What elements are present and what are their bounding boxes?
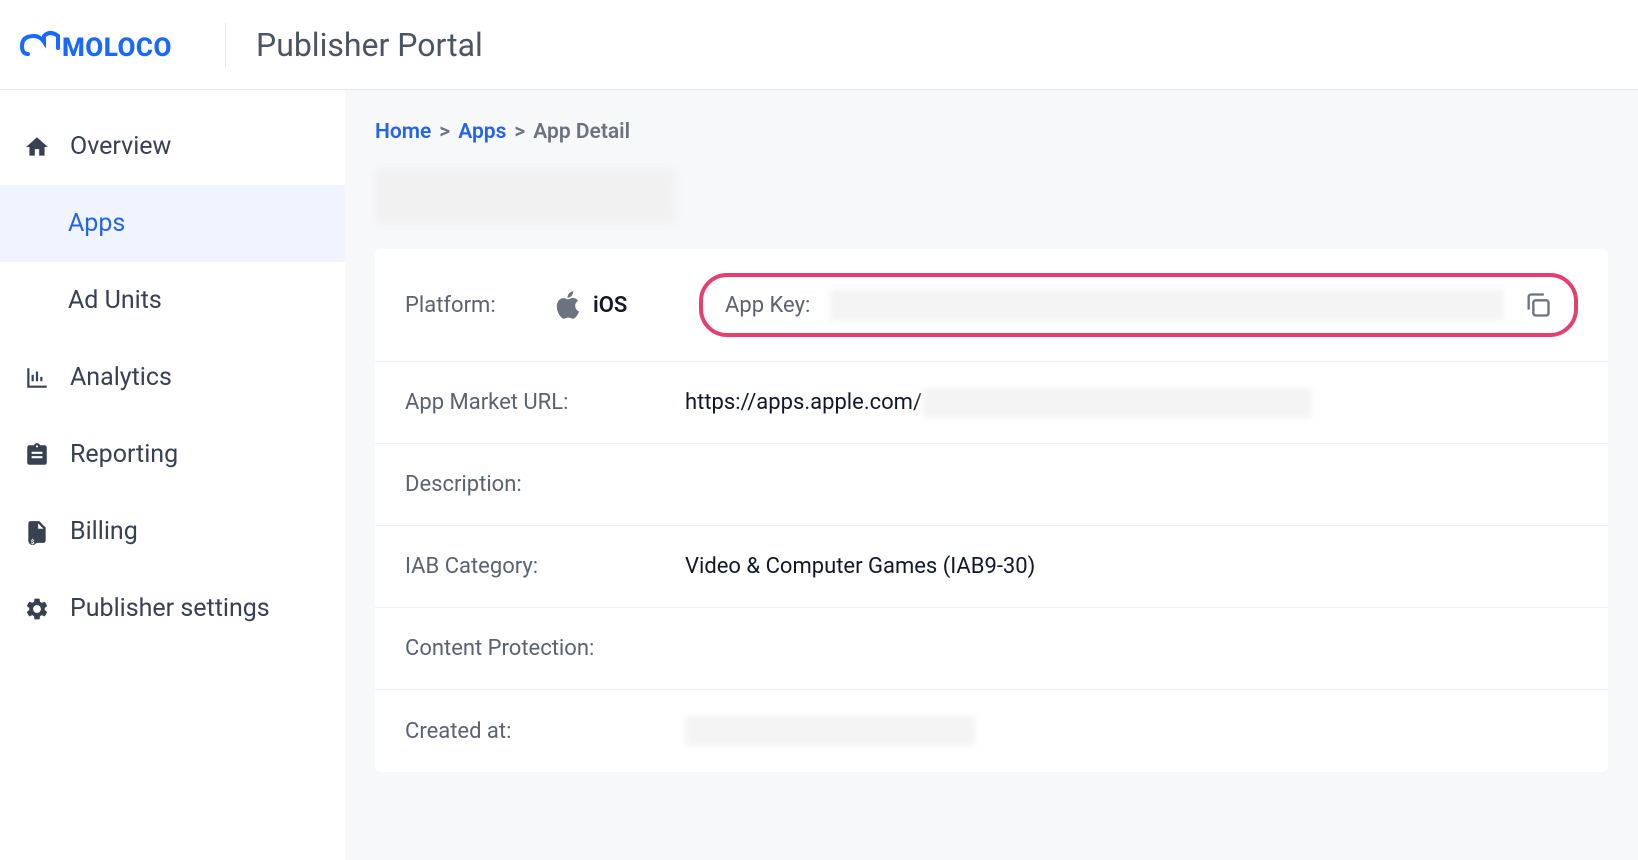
sidebar-item-reporting[interactable]: Reporting: [0, 416, 345, 493]
sidebar-item-label: Overview: [70, 132, 171, 161]
detail-row-iab: IAB Category: Video & Computer Games (IA…: [375, 526, 1608, 608]
svg-text:MOLOCO: MOLOCO: [62, 33, 172, 63]
app-key-label: App Key:: [725, 293, 810, 318]
breadcrumb-separator: >: [439, 120, 450, 144]
sidebar-item-label: Publisher settings: [70, 594, 270, 623]
moloco-logo-icon: MOLOCO: [20, 22, 190, 68]
iab-label: IAB Category:: [405, 554, 685, 579]
sidebar-item-analytics[interactable]: Analytics: [0, 339, 345, 416]
market-url-redacted: [922, 388, 1312, 418]
file-dollar-icon: $: [24, 519, 50, 545]
app-key-value-redacted: [830, 289, 1504, 321]
app-title-redacted: [375, 169, 675, 224]
iab-value: Video & Computer Games (IAB9-30): [685, 554, 1035, 579]
sidebar-item-label: Billing: [70, 517, 138, 546]
apple-icon: [555, 290, 581, 320]
market-url-prefix: https://apps.apple.com/: [685, 390, 922, 415]
svg-text:$: $: [31, 537, 35, 544]
sidebar-item-billing[interactable]: $ Billing: [0, 493, 345, 570]
breadcrumb: Home > Apps > App Detail: [375, 120, 1608, 144]
sidebar-item-apps[interactable]: Apps: [0, 185, 345, 262]
copy-icon[interactable]: [1524, 291, 1552, 319]
chart-icon: [24, 365, 50, 391]
sidebar-item-overview[interactable]: Overview: [0, 108, 345, 185]
market-url-label: App Market URL:: [405, 390, 685, 415]
header-divider: [225, 23, 226, 67]
created-at-label: Created at:: [405, 719, 685, 744]
detail-row-created-at: Created at:: [375, 690, 1608, 772]
main-content: Home > Apps > App Detail Platform: iOS: [345, 90, 1638, 860]
breadcrumb-home[interactable]: Home: [375, 120, 431, 144]
content-protection-label: Content Protection:: [405, 636, 685, 661]
portal-title: Publisher Portal: [256, 26, 483, 64]
sidebar-item-adunits[interactable]: Ad Units: [0, 262, 345, 339]
clipboard-icon: [24, 442, 50, 468]
sidebar: Overview Apps Ad Units Analytics Reporti…: [0, 90, 345, 860]
platform-label: Platform:: [405, 293, 496, 318]
gear-icon: [24, 596, 50, 622]
detail-row-description: Description:: [375, 444, 1608, 526]
sidebar-item-label: Analytics: [70, 363, 172, 392]
breadcrumb-apps[interactable]: Apps: [458, 120, 506, 144]
sidebar-item-label: Ad Units: [68, 286, 162, 315]
app-detail-card: Platform: iOS App Key:: [375, 249, 1608, 772]
description-label: Description:: [405, 472, 685, 497]
sidebar-item-label: Apps: [68, 209, 125, 238]
logo[interactable]: MOLOCO: [20, 22, 190, 68]
home-icon: [24, 134, 50, 160]
sidebar-item-settings[interactable]: Publisher settings: [0, 570, 345, 647]
header: MOLOCO Publisher Portal: [0, 0, 1638, 90]
platform-value: iOS: [593, 293, 627, 318]
app-key-highlight: App Key:: [699, 273, 1578, 337]
detail-row-content-protection: Content Protection:: [375, 608, 1608, 690]
breadcrumb-current: App Detail: [533, 120, 630, 144]
sidebar-item-label: Reporting: [70, 440, 178, 469]
created-at-redacted: [685, 716, 975, 746]
detail-row-market-url: App Market URL: https://apps.apple.com/: [375, 362, 1608, 444]
detail-row-platform-appkey: Platform: iOS App Key:: [375, 249, 1608, 362]
breadcrumb-separator: >: [514, 120, 525, 144]
